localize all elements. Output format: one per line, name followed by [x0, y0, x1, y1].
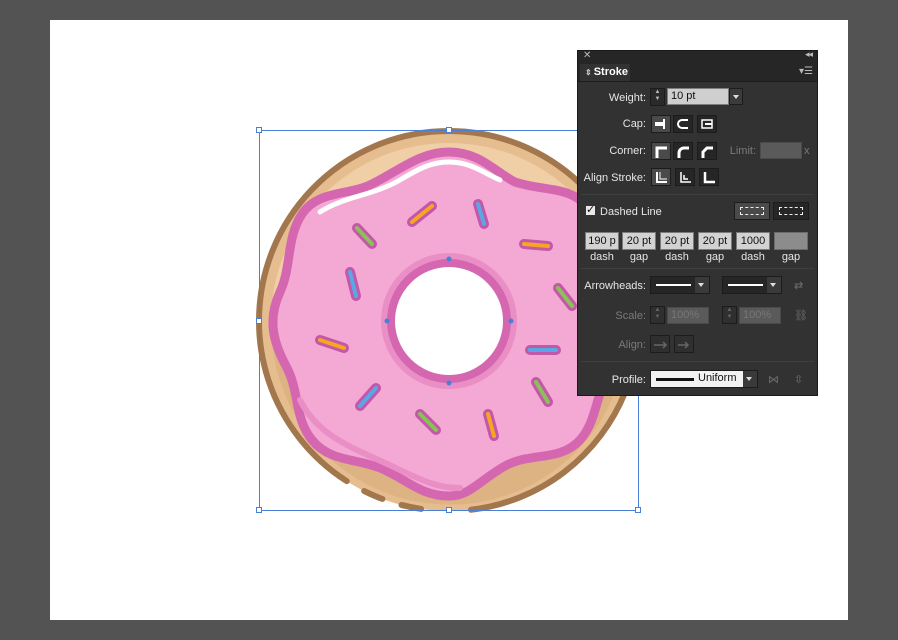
miter-join-button[interactable]	[651, 142, 671, 160]
dash-2-input[interactable]: 20 pt	[660, 232, 694, 250]
arrowheads-label: Arrowheads:	[584, 280, 646, 292]
close-icon[interactable]: ✕	[583, 50, 591, 61]
end-arrowhead-select[interactable]	[722, 276, 782, 294]
tab-toggle-icon[interactable]: ⇕	[585, 68, 592, 77]
start-scale-input[interactable]: 100%	[667, 307, 709, 324]
separator	[581, 268, 814, 269]
profile-preview	[656, 378, 694, 381]
weight-stepper[interactable]: ▲ ▼	[650, 88, 665, 106]
preserve-dash-button[interactable]	[734, 202, 770, 220]
gap-3-input[interactable]	[774, 232, 808, 250]
dash-2-label: dash	[665, 251, 689, 263]
gap-2-input[interactable]: 20 pt	[698, 232, 732, 250]
flip-along-icon[interactable]: ⋈	[768, 373, 779, 386]
bevel-join-button[interactable]	[697, 142, 717, 160]
profile-value: Uniform	[698, 372, 737, 384]
profile-label: Profile:	[611, 374, 646, 386]
flip-profile-icon[interactable]: ⇳	[794, 373, 803, 386]
corner-label: Corner:	[609, 145, 646, 157]
align-label: Align:	[618, 339, 646, 351]
arrow-tip-beyond-button[interactable]	[650, 335, 670, 353]
limit-input[interactable]	[760, 142, 802, 159]
round-cap-button[interactable]	[673, 115, 693, 133]
swap-arrowheads-icon[interactable]: ⇄	[794, 279, 803, 292]
dash-1-label: dash	[590, 251, 614, 263]
separator	[581, 361, 814, 362]
profile-dropdown-caret[interactable]	[743, 371, 757, 387]
align-inside-button[interactable]	[675, 168, 695, 186]
cap-label: Cap:	[622, 118, 646, 130]
collapse-icon[interactable]: ◂◂	[805, 49, 813, 60]
align-dash-corners-button[interactable]	[773, 202, 809, 220]
limit-suffix: x	[804, 145, 810, 157]
align-center-button[interactable]	[651, 168, 671, 186]
round-join-button[interactable]	[673, 142, 693, 160]
gap-3-label: gap	[781, 251, 801, 263]
profile-select[interactable]: Uniform	[650, 370, 758, 388]
start-scale-stepper[interactable]: ▲ ▼	[650, 306, 665, 324]
end-scale-input[interactable]: 100%	[739, 307, 781, 324]
butt-cap-button[interactable]	[651, 115, 671, 133]
separator	[581, 194, 814, 195]
scale-label: Scale:	[615, 310, 646, 322]
start-arrowhead-select[interactable]	[650, 276, 710, 294]
dashed-line-checkbox[interactable]	[585, 203, 596, 216]
dash-3-input[interactable]: 1000	[736, 232, 770, 250]
align-stroke-label: Align Stroke:	[583, 172, 646, 184]
panel-topbar: ✕ ◂◂	[578, 49, 817, 63]
gap-1-label: gap	[629, 251, 649, 263]
end-scale-stepper[interactable]: ▲ ▼	[722, 306, 737, 324]
dash-1-input[interactable]: 190 p	[585, 232, 619, 250]
limit-label: Limit:	[729, 145, 756, 157]
panel-menu-icon[interactable]: ▾☰	[799, 66, 813, 77]
gap-2-label: gap	[705, 251, 725, 263]
tab-stroke-label: Stroke	[593, 66, 628, 78]
donut-hole[interactable]	[387, 259, 511, 383]
dashed-line-label: Dashed Line	[600, 206, 662, 218]
align-outside-button[interactable]	[699, 168, 719, 186]
link-scale-icon[interactable]: ⛓	[794, 309, 808, 322]
gap-1-input[interactable]: 20 pt	[622, 232, 656, 250]
weight-input[interactable]: 10 pt	[667, 88, 729, 105]
arrow-tip-at-end-button[interactable]	[674, 335, 694, 353]
projecting-cap-button[interactable]	[697, 115, 717, 133]
tab-stroke[interactable]: ⇕ Stroke	[580, 64, 630, 81]
panel-tab-row: ⇕ Stroke ▾☰	[578, 63, 817, 82]
dash-3-label: dash	[741, 251, 765, 263]
weight-dropdown[interactable]	[729, 88, 743, 105]
weight-label: Weight:	[608, 92, 646, 104]
